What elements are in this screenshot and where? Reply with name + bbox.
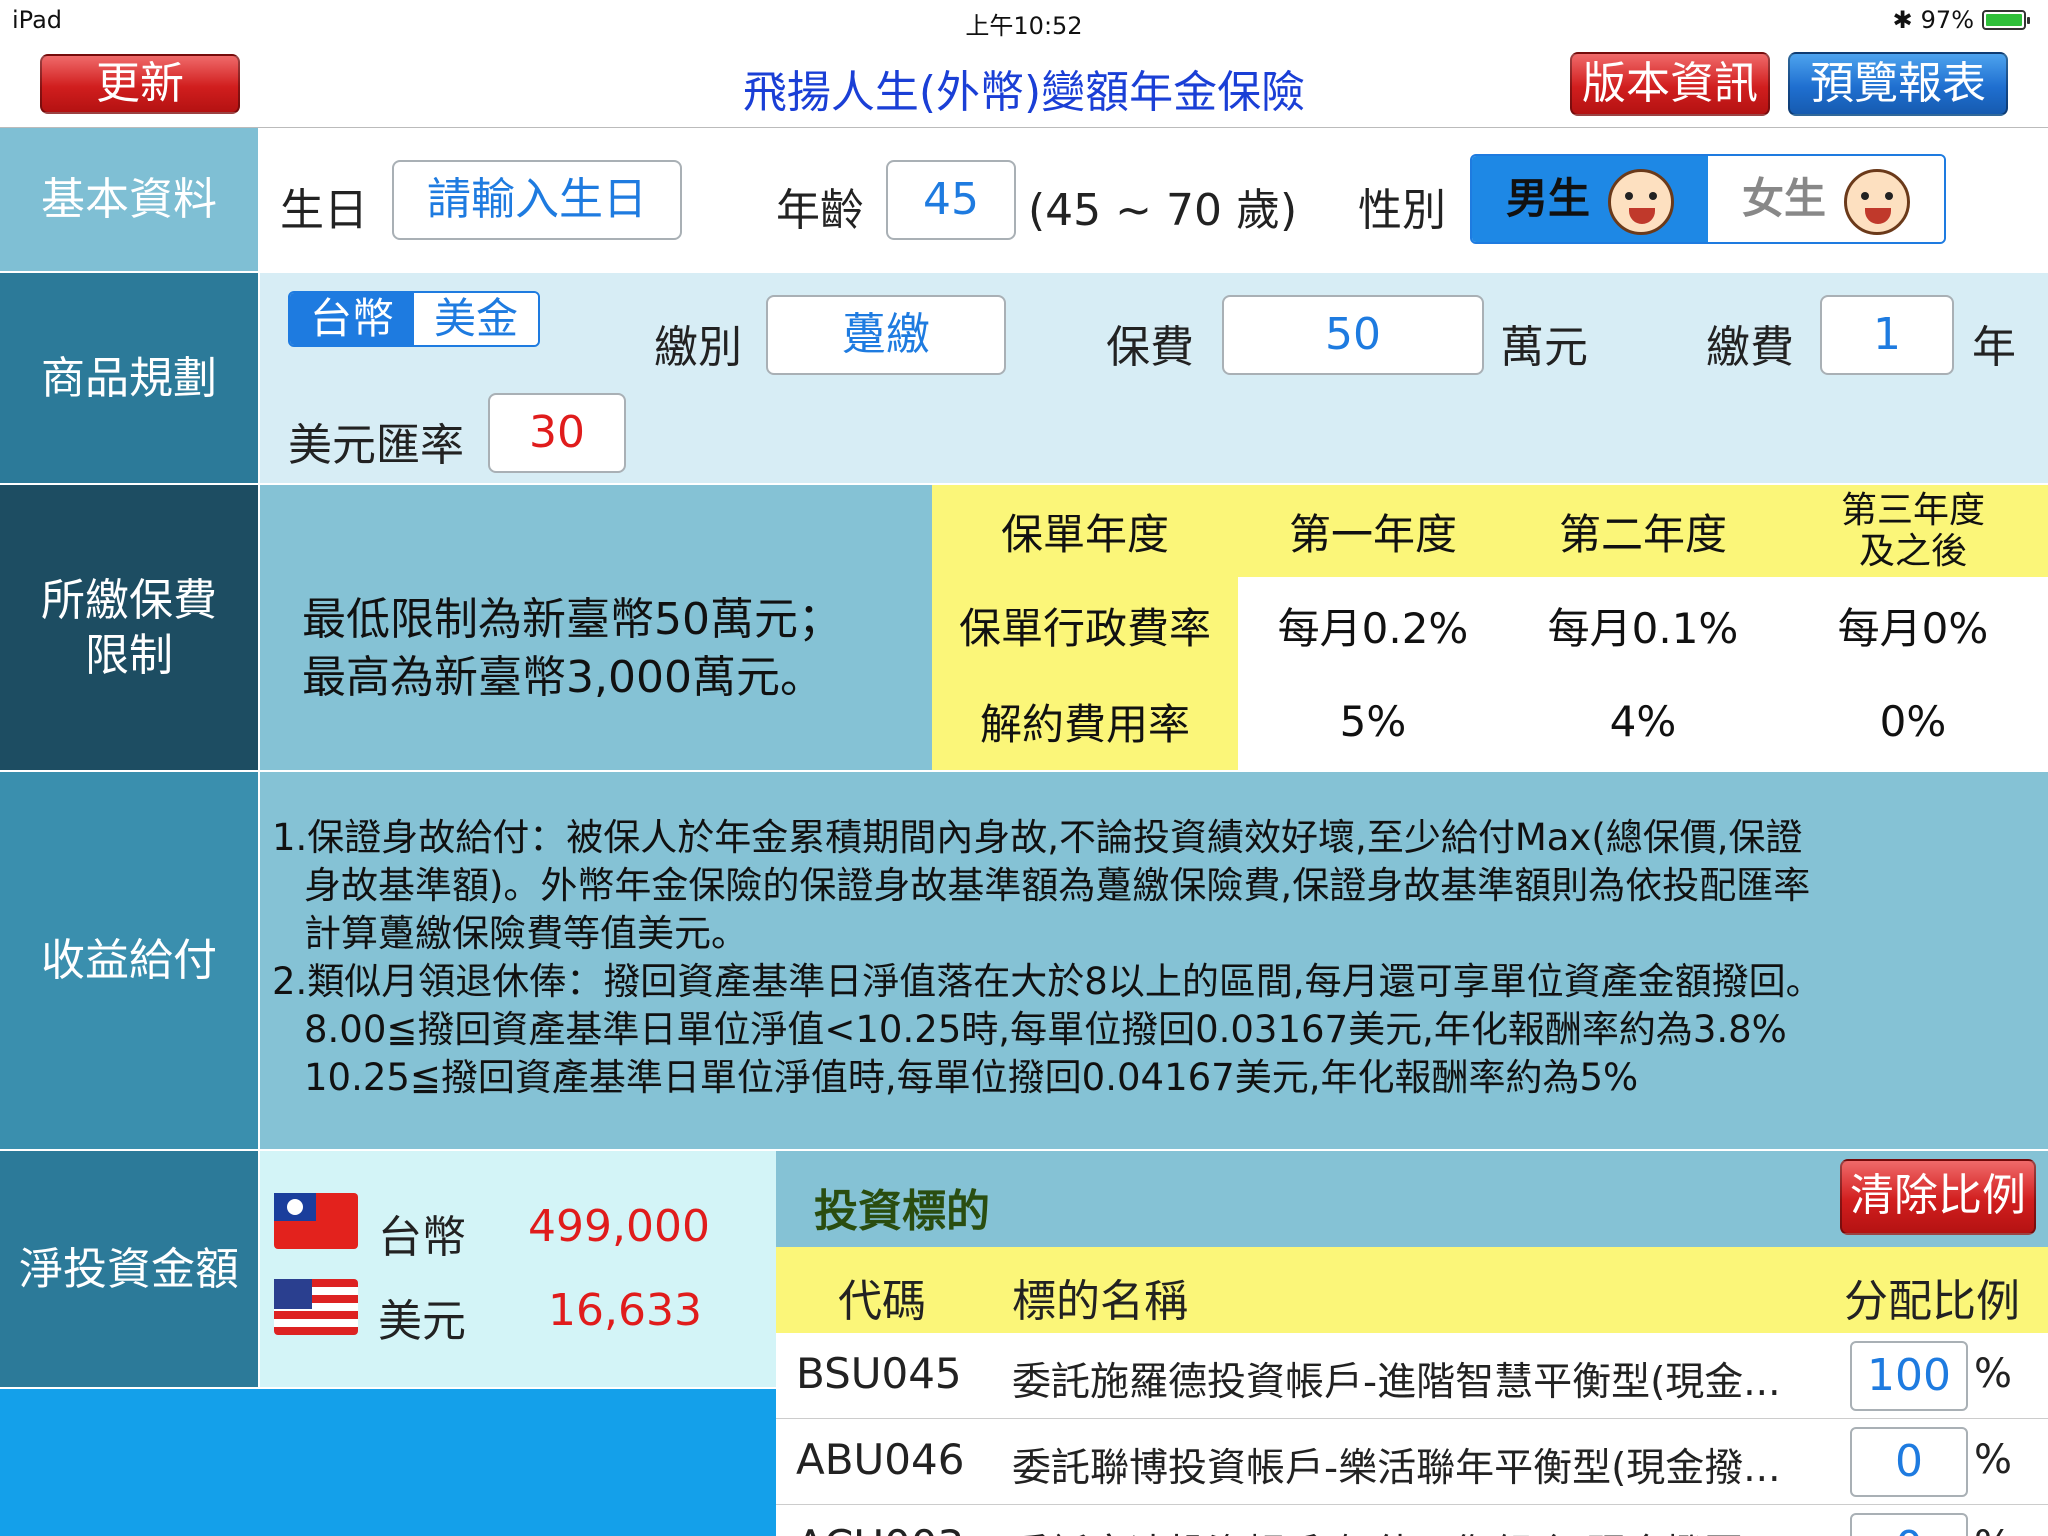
row-name: 委託富達投資帳戶-智能平衡組合(現金撥回...	[1012, 1523, 1780, 1536]
row-code: ACU003	[796, 1521, 964, 1536]
usa-flag-icon	[274, 1279, 358, 1335]
invest-col-ratio: 分配比例	[1844, 1276, 2020, 1327]
fx-rate-input[interactable]: 30	[488, 393, 626, 473]
premium-unit: 萬元	[1500, 322, 1588, 373]
fee-header-year3-line2: 及之後	[1858, 531, 1967, 572]
row-name: 委託聯博投資帳戶-樂活聯年平衡型(現金撥...	[1012, 1446, 1781, 1491]
fee-row-surrender-label: 解約費用率	[932, 673, 1238, 770]
row-ratio-input[interactable]: 100	[1850, 1341, 1968, 1411]
pay-years-label: 繳費	[1706, 322, 1794, 373]
row-ratio-unit: %	[1974, 1437, 2013, 1483]
birthday-label: 生日	[280, 185, 368, 236]
fee-header-year3: 第三年度 及之後	[1778, 485, 2048, 577]
pay-type-select[interactable]: 躉繳	[766, 295, 1006, 375]
fee-row-surrender-year1: 5%	[1238, 673, 1508, 770]
benefit-line-3: 計算躉繳保險費等值美元。	[304, 912, 748, 955]
gender-segmented-control: 男生 女生	[1470, 154, 1946, 244]
status-bar: iPad 上午10:52 ✱ 97%	[0, 0, 2048, 40]
pay-years-input[interactable]: 1	[1820, 295, 1954, 375]
left-bottom-filler	[0, 1389, 776, 1536]
benefit-line-4: 2.類似月領退休俸：撥回資產基準日淨值落在大於8以上的區間,每月還可享單位資產金…	[272, 960, 1823, 1003]
fx-rate-label: 美元匯率	[288, 420, 464, 471]
boy-face-icon	[1608, 168, 1674, 235]
fee-header-year2: 第二年度	[1508, 485, 1778, 577]
gender-female-option[interactable]: 女生	[1708, 156, 1944, 242]
net-usd-value: 16,633	[548, 1285, 702, 1336]
row-ratio-input[interactable]: 0	[1850, 1513, 1968, 1536]
fee-header-year1: 第一年度	[1238, 485, 1508, 577]
section-label-plan: 商品規劃	[0, 273, 258, 483]
section-label-benefit: 收益給付	[0, 772, 258, 1149]
fee-row-surrender-year2: 4%	[1508, 673, 1778, 770]
fee-header-policy-year: 保單年度	[932, 485, 1238, 577]
table-row[interactable]: BSU045 委託施羅德投資帳戶-進階智慧平衡型(現金... 100 %	[776, 1333, 2048, 1419]
pay-type-label: 繳別	[654, 322, 742, 373]
premium-limit-text-2: 最高為新臺幣3,000萬元。	[302, 652, 824, 703]
version-info-button[interactable]: 版本資訊	[1570, 52, 1770, 116]
pay-years-unit: 年	[1972, 322, 2016, 373]
premium-label: 保費	[1106, 322, 1194, 373]
plan-panel: 台幣 美金 繳別 躉繳 保費 50 萬元 繳費 1 年 美元匯率 30	[260, 273, 2048, 483]
net-investment-panel: 台幣 499,000 美元 16,633	[260, 1151, 776, 1387]
premium-limit-text-1: 最低限制為新臺幣50萬元；	[302, 594, 842, 645]
preview-report-button[interactable]: 預覽報表	[1788, 52, 2008, 116]
male-label: 男生	[1505, 174, 1590, 223]
age-range-text: (45 ~ 70 歲)	[1028, 185, 1298, 236]
invest-table-body: BSU045 委託施羅德投資帳戶-進階智慧平衡型(現金... 100 % ABU…	[776, 1333, 2048, 1536]
currency-segmented-control: 台幣 美金	[288, 291, 540, 347]
row-ratio-unit: %	[1974, 1523, 2012, 1536]
row-ratio-unit: %	[1974, 1351, 2013, 1397]
battery-icon	[1982, 10, 2030, 30]
gender-label: 性別	[1358, 185, 1446, 236]
benefit-panel: 1.保證身故給付：被保人於年金累積期間內身故,不論投資績效好壞,至少給付Max(…	[260, 772, 2048, 1149]
gender-male-option[interactable]: 男生	[1472, 156, 1708, 242]
net-usd-label: 美元	[378, 1296, 466, 1347]
table-row[interactable]: ACU003 委託富達投資帳戶-智能平衡組合(現金撥回... 0 %	[776, 1505, 2048, 1536]
age-input[interactable]: 45	[886, 160, 1016, 240]
fee-row-admin-year1: 每月0.2%	[1238, 577, 1508, 673]
fee-row-admin-year2: 每月0.1%	[1508, 577, 1778, 673]
fee-row-admin-label: 保單行政費率	[932, 577, 1238, 673]
fee-row-admin-year3: 每月0%	[1778, 577, 2048, 673]
row-code: ABU046	[796, 1435, 965, 1484]
row-code: BSU045	[796, 1349, 962, 1398]
fee-header-year3-line1: 第三年度	[1840, 489, 1985, 531]
premium-input[interactable]: 50	[1222, 295, 1484, 375]
benefit-line-6: 10.25≦撥回資產基準日單位淨值時,每單位撥回0.04167美元,年化報酬率約…	[304, 1056, 1639, 1099]
fee-row-surrender-year3: 0%	[1778, 673, 2048, 770]
section-label-premium-limit: 所繳保費 限制	[0, 485, 258, 770]
section-label-basic: 基本資料	[0, 128, 258, 271]
benefit-line-2: 身故基準額)。外幣年金保險的保證身故基準額為躉繳保險費,保證身故基準額則為依投配…	[304, 864, 1811, 907]
invest-header-bar: 投資標的 清除比例	[776, 1151, 2048, 1247]
status-time: 上午10:52	[965, 12, 1083, 40]
taiwan-flag-icon	[274, 1193, 358, 1249]
section-label-net-investment: 淨投資金額	[0, 1151, 258, 1387]
age-label: 年齡	[776, 185, 864, 236]
female-label: 女生	[1741, 174, 1826, 223]
bluetooth-icon: ✱	[1892, 6, 1913, 34]
invest-col-name: 標的名稱	[1012, 1276, 1188, 1327]
benefit-line-5: 8.00≦撥回資產基準日單位淨值<10.25時,每單位撥回0.03167美元,年…	[304, 1008, 1787, 1051]
basic-panel: 生日 請輸入生日 年齡 45 (45 ~ 70 歲) 性別 男生 女生	[260, 128, 2048, 271]
girl-face-icon	[1844, 168, 1910, 235]
net-twd-label: 台幣	[378, 1212, 466, 1263]
net-twd-value: 499,000	[528, 1201, 710, 1252]
nav-bar: 更新 飛揚人生(外幣)變額年金保險 版本資訊 預覽報表	[0, 40, 2048, 128]
invest-col-code: 代碼	[838, 1276, 926, 1327]
clear-ratio-button[interactable]: 清除比例	[1840, 1159, 2036, 1235]
invest-table-header: 代碼 標的名稱 分配比例	[776, 1247, 2048, 1333]
invest-title: 投資標的	[814, 1186, 990, 1237]
premium-limit-label-1: 所繳保費	[41, 574, 217, 626]
status-right: ✱ 97%	[1892, 6, 2030, 34]
battery-percent: 97%	[1920, 6, 1974, 34]
premium-limit-label-2: 限制	[85, 629, 173, 681]
currency-usd-option[interactable]: 美金	[414, 293, 538, 345]
benefit-line-1: 1.保證身故給付：被保人於年金累積期間內身故,不論投資績效好壞,至少給付Max(…	[272, 816, 1803, 859]
table-row[interactable]: ABU046 委託聯博投資帳戶-樂活聯年平衡型(現金撥... 0 %	[776, 1419, 2048, 1505]
currency-twd-option[interactable]: 台幣	[290, 293, 414, 345]
row-name: 委託施羅德投資帳戶-進階智慧平衡型(現金...	[1012, 1360, 1781, 1405]
birthday-input[interactable]: 請輸入生日	[392, 160, 682, 240]
row-ratio-input[interactable]: 0	[1850, 1427, 1968, 1497]
